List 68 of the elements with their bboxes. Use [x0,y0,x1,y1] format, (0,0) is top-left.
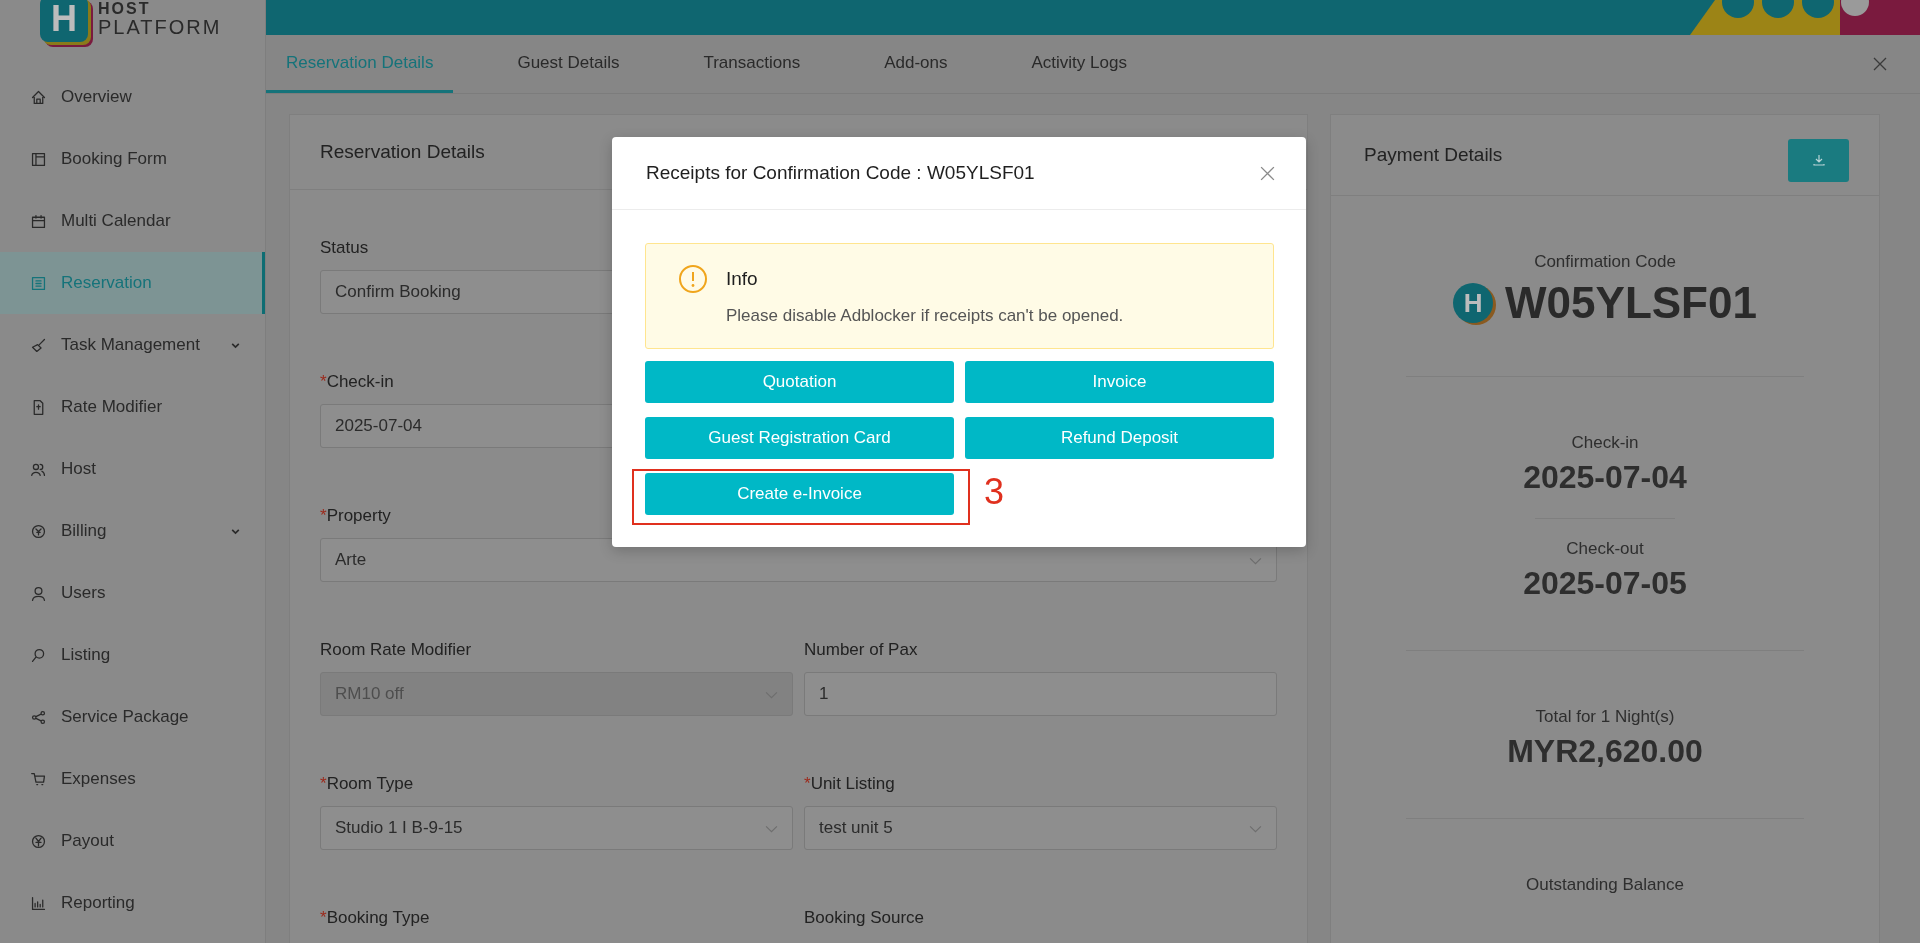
chart-icon [30,894,47,912]
receipt-button[interactable]: Invoice [965,361,1274,403]
broom-icon [30,336,47,354]
select-field[interactable]: Studio 1 I B-9-15 [320,806,793,850]
card-title: Payment Details [1364,144,1503,166]
receipt-button[interactable]: Create e-Invoice [645,473,954,515]
select-field[interactable]: test unit 5 [804,806,1277,850]
sidebar-item[interactable]: Host [0,438,265,500]
tab[interactable]: Transactions [683,35,821,93]
close-icon[interactable] [1259,164,1276,182]
field-label: Status [320,238,369,258]
share-icon [30,708,47,726]
sidebar-item[interactable]: Overview [0,66,265,128]
alert-message: Please disable Adblocker if receipts can't be opened. [726,306,1124,326]
card-title: Reservation Details [320,141,485,163]
stat-label: Confirmation Code [1534,252,1676,272]
warning-icon [678,264,708,294]
logo-text: PLATFORM [98,17,222,37]
field-label: *Check-in [320,372,394,392]
receipt-button[interactable]: Guest Registration Card [645,417,954,459]
dialog-title: Receipts for Confirmation Code : W05YLSF01 [646,162,1035,184]
form-icon [30,150,47,168]
list-icon [30,274,47,292]
field-label: *Property [320,506,391,526]
close-icon[interactable] [1872,56,1888,72]
field-label: Number of Pax [804,640,918,660]
sidebar-item[interactable]: Expenses [0,748,265,810]
yen-icon [30,832,47,850]
logo-text: HOST [98,1,152,17]
field-label: Room Rate Modifier [320,640,472,660]
annotation-number: 3 [984,471,1005,513]
sidebar-item[interactable]: Booking Form [0,128,265,190]
stat-value: MYR2,620.00 [1507,733,1703,770]
user-icon [30,584,47,602]
cart-icon [30,770,47,788]
sidebar-item[interactable]: Billing [0,500,265,562]
sidebar-item[interactable]: Task Management [0,314,265,376]
sidebar-item[interactable]: Payout [0,810,265,872]
field-label: *Room Type [320,774,414,794]
tab[interactable]: Activity Logs [1011,35,1147,93]
confirmation-code: W05YLSF01 [1505,278,1757,328]
download-icon [1811,153,1826,167]
field-label: *Unit Listing [804,774,895,794]
stat-label: Outstanding Balance [1526,875,1684,895]
input-field[interactable]: 1 [804,672,1277,716]
logo-mark: H [1453,283,1494,323]
sidebar-item[interactable]: Users [0,562,265,624]
sidebar-item[interactable]: Reporting [0,872,265,934]
stat-value: 2025-07-05 [1523,565,1687,602]
stat-label: Total for 1 Night(s) [1535,707,1675,727]
search-icon [30,646,47,664]
receipt-button[interactable]: Refund Deposit [965,417,1274,459]
home-icon [30,88,47,106]
field-label: *Booking Type [320,908,430,928]
stat-label: Check-in [1571,433,1639,453]
tab[interactable]: Add-ons [864,35,968,93]
tab[interactable]: Guest Details [497,35,640,93]
coin-icon [30,522,47,540]
alert-title: Info [726,267,759,291]
receipt-button[interactable]: Quotation [645,361,954,403]
sidebar-item[interactable]: Rate Modifier [0,376,265,438]
sidebar-item[interactable]: Multi Calendar [0,190,265,252]
stat-value: 2025-07-04 [1523,459,1687,496]
stat-label: Check-out [1566,539,1644,559]
sidebar-item[interactable]: Listing [0,624,265,686]
sidebar-item[interactable]: Service Package [0,686,265,748]
calendar-icon [30,212,47,230]
field-label: Booking Source [804,908,925,928]
